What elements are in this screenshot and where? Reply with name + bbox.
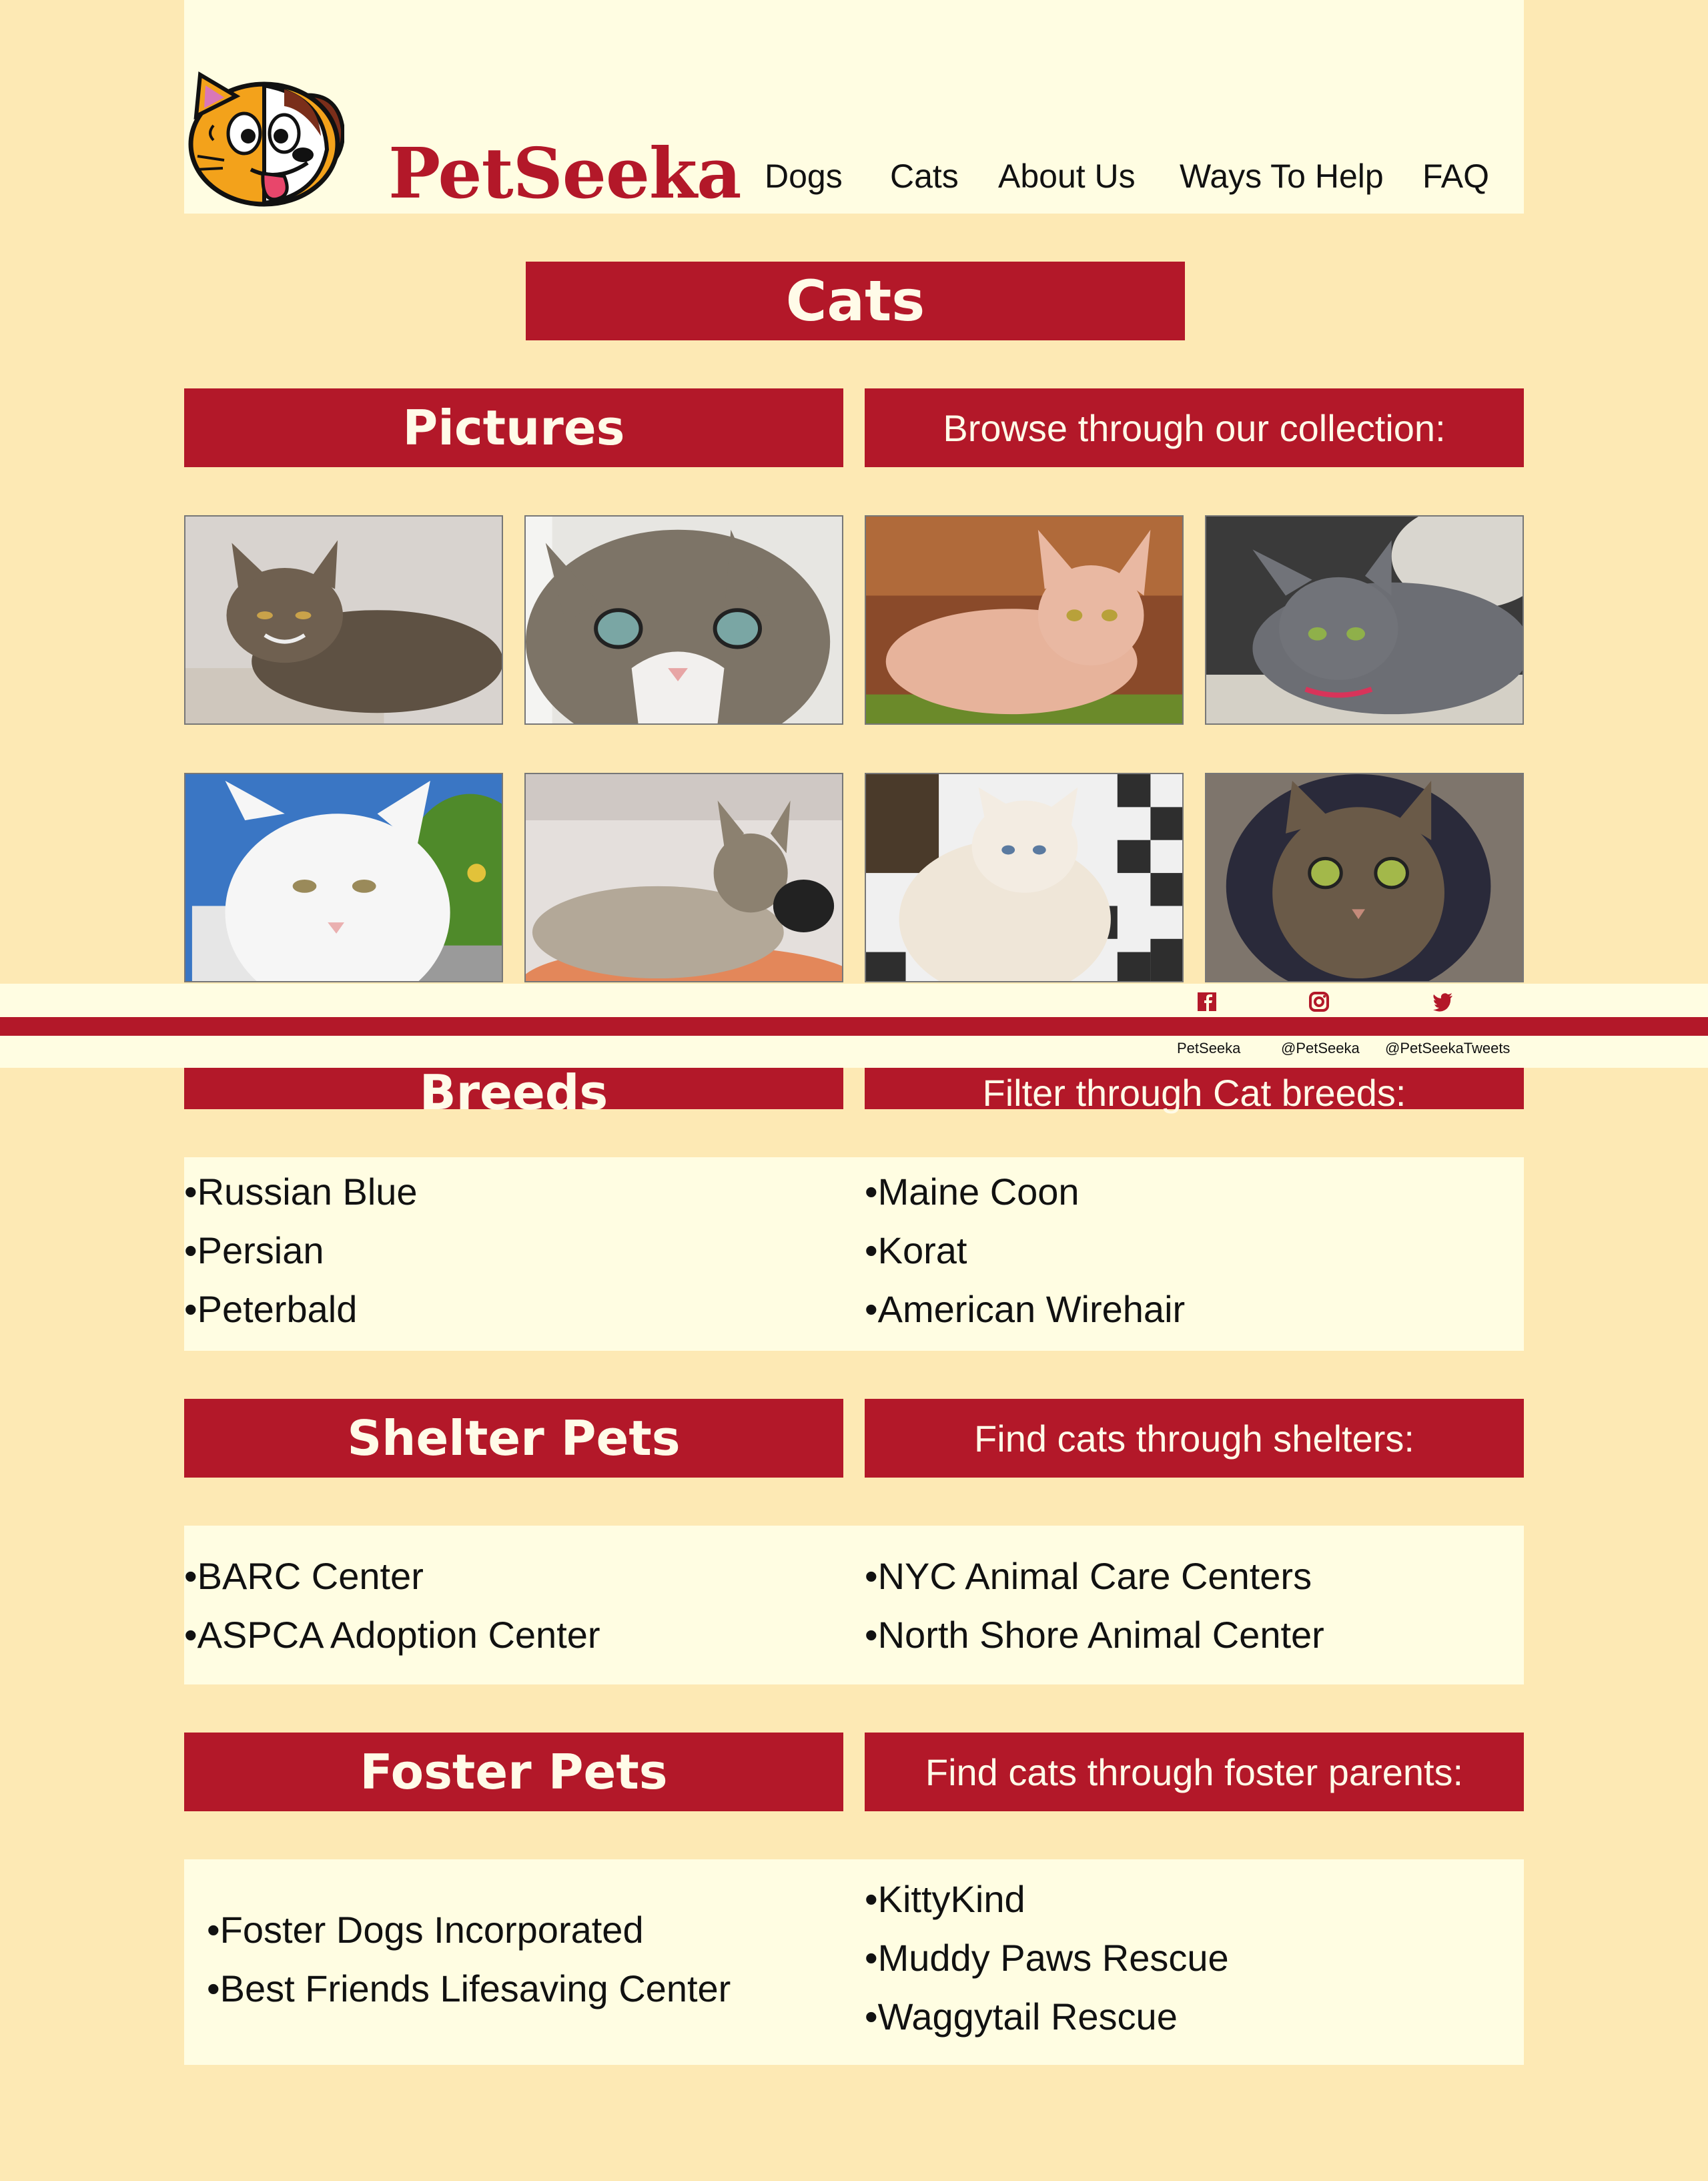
foster-item[interactable]: •Best Friends Lifesaving Center — [207, 1959, 731, 2018]
shelter-item[interactable]: •NYC Animal Care Centers — [865, 1547, 1312, 1606]
foster-item[interactable]: •Muddy Paws Rescue — [865, 1929, 1229, 1987]
instagram-icon[interactable] — [1308, 990, 1330, 1013]
foster-subheading: Find cats through foster parents: — [865, 1733, 1524, 1811]
facebook-icon[interactable] — [1196, 990, 1218, 1013]
page-title: Cats — [526, 262, 1185, 340]
breed-item[interactable]: •Maine Coon — [865, 1163, 1080, 1221]
foster-item[interactable]: •Waggytail Rescue — [865, 1987, 1178, 2046]
breed-item[interactable]: •Russian Blue — [184, 1163, 418, 1221]
white-cat-photo[interactable] — [184, 773, 503, 982]
instagram-handle[interactable]: @PetSeeka — [1281, 1040, 1360, 1057]
nav-ways-to-help[interactable]: Ways To Help — [1180, 152, 1384, 200]
maine-coon-cat-photo[interactable] — [524, 773, 843, 982]
pictures-subheading: Browse through our collection: — [865, 388, 1524, 467]
foster-item[interactable]: •Foster Dogs Incorporated — [207, 1901, 644, 1959]
shelter-subheading: Find cats through shelters: — [865, 1399, 1524, 1478]
foster-heading: Foster Pets — [184, 1733, 843, 1811]
nav-cats[interactable]: Cats — [890, 152, 959, 200]
nav-dogs[interactable]: Dogs — [765, 152, 843, 200]
twitter-handle[interactable]: @PetSeekaTweets — [1385, 1040, 1510, 1057]
nav-about-us[interactable]: About Us — [998, 152, 1136, 200]
shelter-heading: Shelter Pets — [184, 1399, 843, 1478]
breed-item[interactable]: •Peterbald — [184, 1280, 357, 1339]
sphynx-cat-photo[interactable] — [865, 515, 1184, 725]
shelter-item[interactable]: •ASPCA Adoption Center — [184, 1606, 600, 1664]
pictures-heading: Pictures — [184, 388, 843, 467]
breed-item[interactable]: •Korat — [865, 1221, 967, 1280]
persian-cat-photo[interactable] — [865, 773, 1184, 982]
breed-item[interactable]: •Persian — [184, 1221, 324, 1280]
footer-divider — [0, 1017, 1708, 1036]
tabby-white-cat-photo[interactable] — [524, 515, 843, 725]
tabby-in-cat-tree-photo[interactable] — [1205, 773, 1524, 982]
twitter-icon[interactable] — [1432, 990, 1454, 1013]
shelter-item[interactable]: •BARC Center — [184, 1547, 424, 1606]
russian-blue-cat-photo[interactable] — [1205, 515, 1524, 725]
cat-dog-mascot-icon[interactable] — [184, 69, 346, 210]
brand-name[interactable]: PetSeeka — [388, 133, 742, 214]
tabby-longhair-cat-photo[interactable] — [184, 515, 503, 725]
breed-item[interactable]: •American Wirehair — [865, 1280, 1185, 1339]
facebook-handle[interactable]: PetSeeka — [1177, 1040, 1240, 1057]
nav-faq[interactable]: FAQ — [1422, 152, 1489, 200]
foster-item[interactable]: •KittyKind — [865, 1870, 1025, 1929]
shelter-item[interactable]: •North Shore Animal Center — [865, 1606, 1324, 1664]
